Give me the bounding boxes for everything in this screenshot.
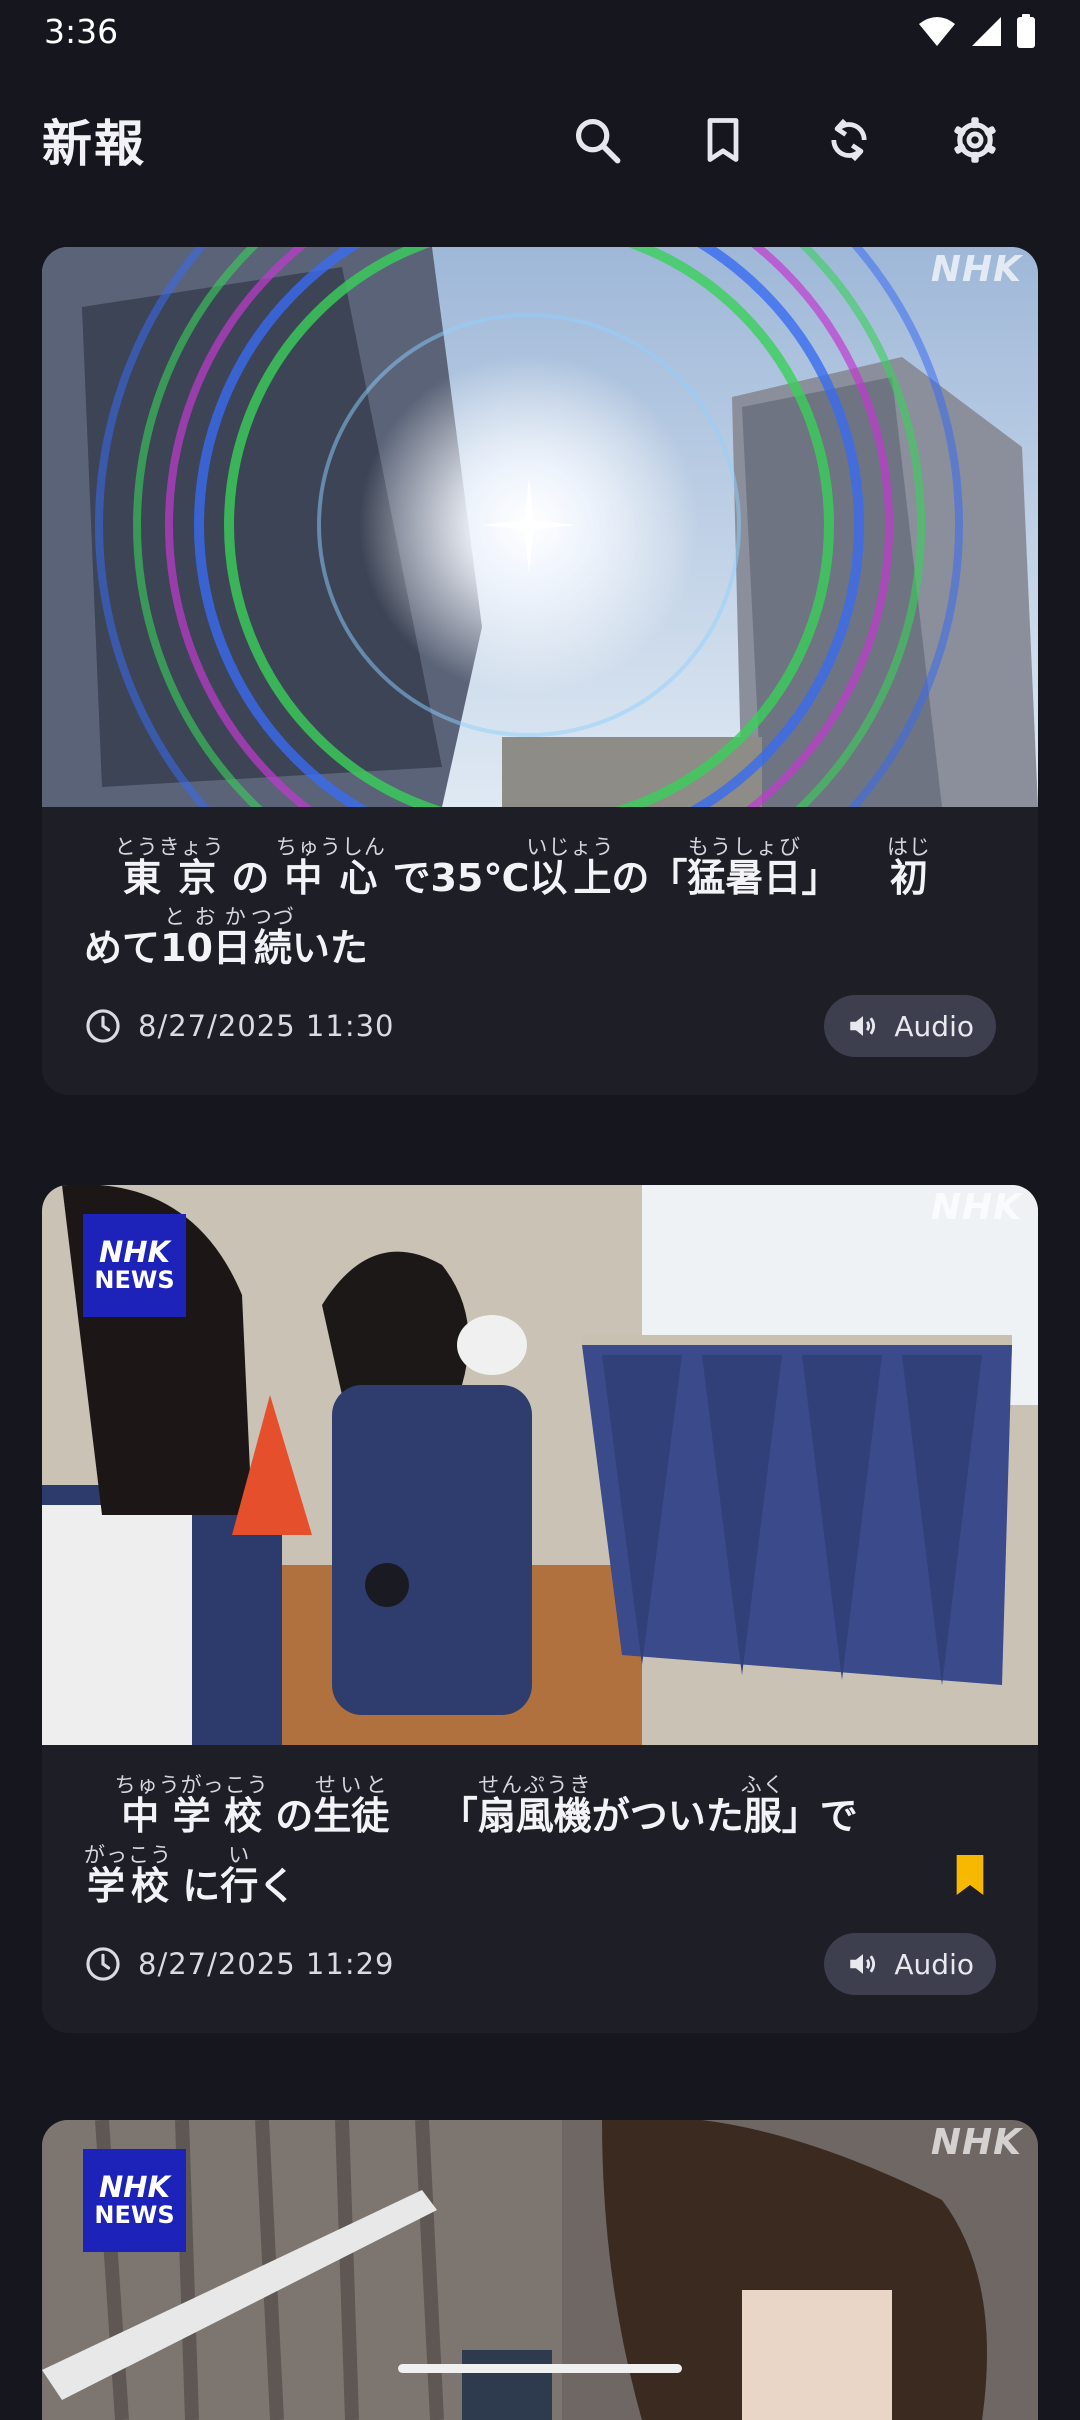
nhk-news-badge: NHK NEWS [83,2149,186,2252]
audio-label: Audio [894,1947,974,1981]
bookmarked-icon[interactable] [950,1853,990,1897]
clock-icon [86,1947,120,1981]
nhk-news-badge: NHK NEWS [83,1214,186,1317]
app-actions [534,90,1038,190]
speaker-icon [850,1016,876,1036]
audio-button[interactable]: Audio [824,995,996,1057]
article-image: NHK NEWS NHK [42,2120,1038,2420]
article-timestamp: 8/27/2025 11:29 [138,1947,395,1981]
article-meta: 8/27/2025 11:30 Audio [84,995,996,1057]
news-card[interactable]: NHK NEWS NHK 中学校ちゅうがっこう の生徒せいと 「扇風機せんぷうき… [42,1185,1038,2033]
bookmark-icon [707,118,739,162]
news-card[interactable]: NHK 東京とうきょう の 中心ちゅうしん で35℃以上いじょうの「猛暑日もうし… [42,247,1038,1095]
battery-icon [1017,14,1035,48]
article-timestamp: 8/27/2025 11:30 [138,1009,395,1043]
search-button[interactable] [534,90,660,190]
bookmarks-button[interactable] [660,90,786,190]
article-headline: 東京とうきょう の 中心ちゅうしん で35℃以上いじょうの「猛暑日もうしょび」 … [84,835,931,970]
article-headline: 中学校ちゅうがっこう の生徒せいと 「扇風機せんぷうきがついた服ふく」で 学校が… [84,1773,858,1908]
nhk-watermark: NHK [930,1187,1022,1228]
article-photo [42,247,1038,807]
clock-icon [86,1009,120,1043]
refresh-button[interactable] [786,90,912,190]
article-image: NHK NEWS NHK [42,1185,1038,1745]
card-body: 中学校ちゅうがっこう の生徒せいと 「扇風機せんぷうきがついた服ふく」で 学校が… [42,1745,1038,2033]
article-meta: 8/27/2025 11:29 Audio [84,1933,996,1995]
nhk-watermark: NHK [930,2122,1022,2163]
audio-label: Audio [894,1009,974,1043]
article-image: NHK [42,247,1038,807]
settings-button[interactable] [912,90,1038,190]
home-indicator[interactable] [398,2364,682,2373]
signal-icon [972,17,1001,46]
search-icon [575,118,621,164]
status-time: 3:36 [44,11,119,51]
wifi-icon [919,17,955,46]
article-photo [42,2120,1038,2420]
app-title: 新報 [42,115,146,173]
status-icons [918,14,1036,48]
app-bar: 新報 [0,80,1080,200]
news-card[interactable]: NHK NEWS NHK [42,2120,1038,2420]
card-body: 東京とうきょう の 中心ちゅうしん で35℃以上いじょうの「猛暑日もうしょび」 … [42,807,1038,1095]
audio-button[interactable]: Audio [824,1933,996,1995]
gear-icon [954,117,996,163]
article-photo [42,1185,1038,1745]
nhk-watermark: NHK [930,249,1022,290]
speaker-icon [850,1954,876,1974]
refresh-icon [831,118,867,162]
status-bar: 3:36 [0,0,1080,62]
